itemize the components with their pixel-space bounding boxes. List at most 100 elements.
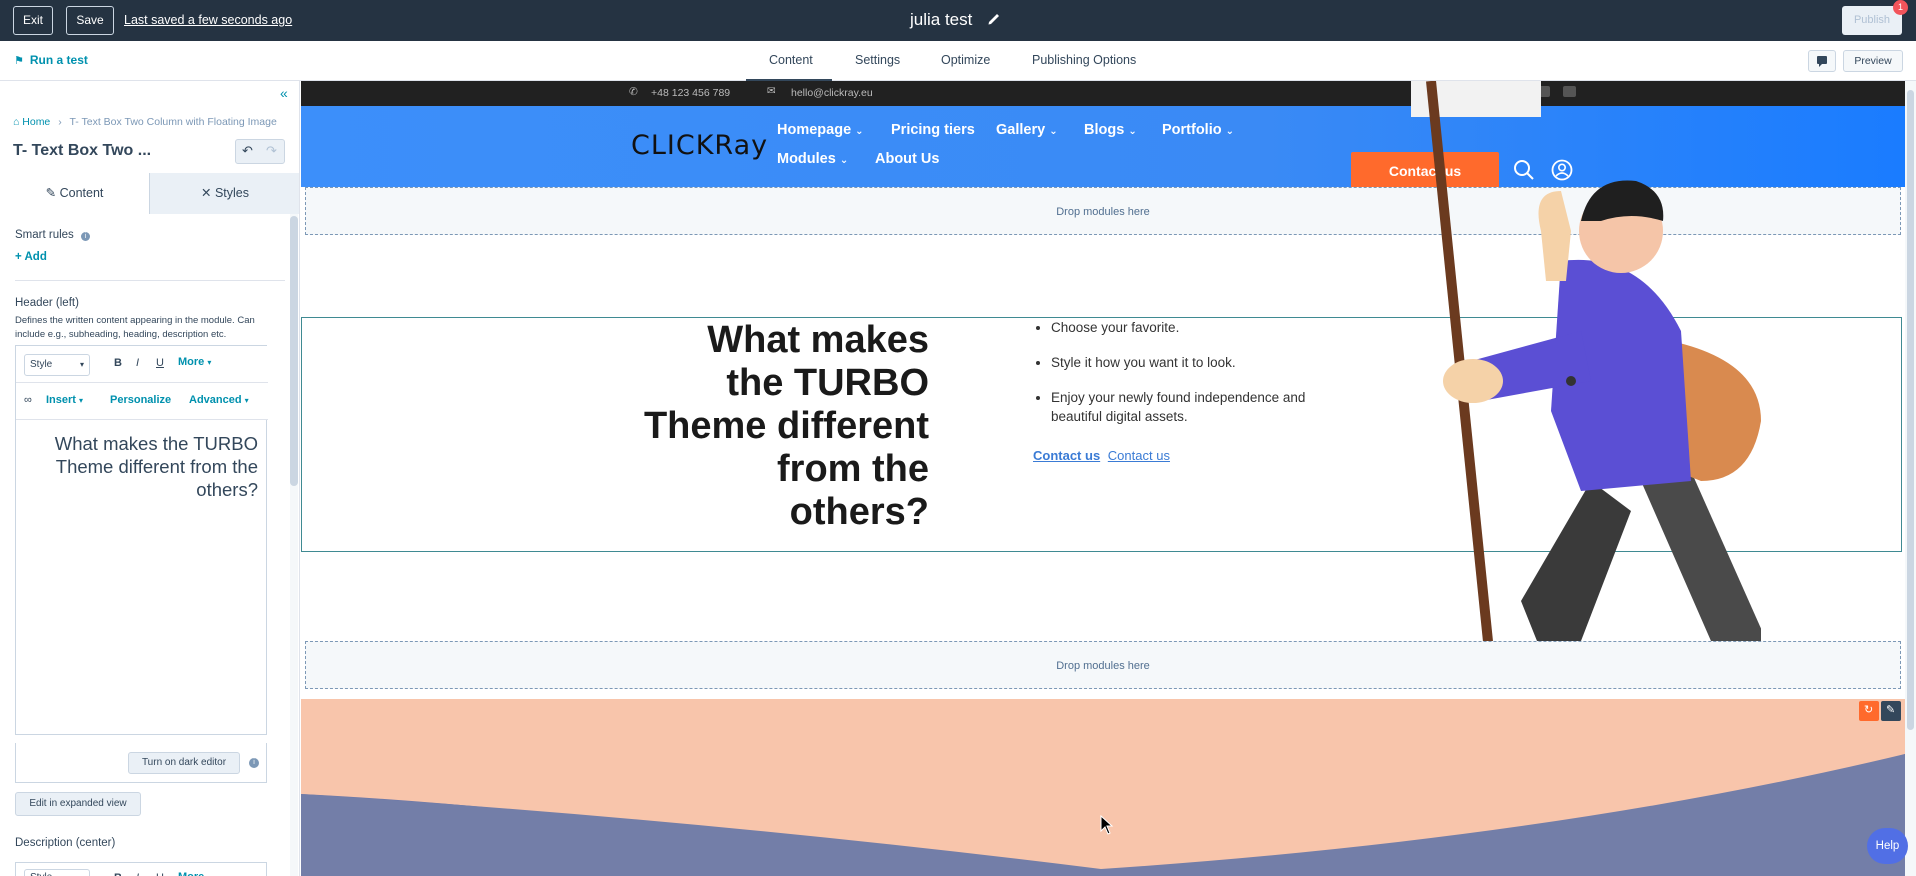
more-menu-button[interactable]: More	[178, 871, 204, 876]
expanded-view-button[interactable]: Edit in expanded view	[15, 792, 141, 816]
tab-publishing-options[interactable]: Publishing Options	[1032, 53, 1136, 67]
styles-tools-icon: ✕	[200, 186, 212, 200]
site-phone[interactable]: +48 123 456 789	[651, 87, 730, 99]
nav-item-modules[interactable]: Modules ⌄	[777, 151, 848, 167]
sidebar-tab-styles-label: Styles	[214, 186, 249, 200]
insert-menu-label: Insert	[46, 394, 76, 406]
site-logo[interactable]: CLICKRay	[631, 130, 768, 161]
insert-menu-button[interactable]: Insert ▾	[46, 394, 83, 406]
contact-link-bold[interactable]: Contact us	[1033, 448, 1100, 463]
undo-icon[interactable]: ↶	[242, 143, 253, 159]
collapse-sidebar-icon[interactable]: «	[280, 85, 288, 101]
chevron-down-icon: ▾	[79, 360, 84, 369]
bold-button[interactable]: B	[114, 357, 122, 369]
help-button[interactable]: Help	[1867, 828, 1908, 864]
contact-link[interactable]: Contact us	[1108, 448, 1170, 463]
divider	[15, 280, 285, 281]
style-select[interactable]: Style ▾	[24, 354, 90, 376]
page-title: julia test	[910, 10, 973, 29]
sidebar-tab-styles[interactable]: ✕ Styles	[150, 173, 299, 214]
style-select[interactable]: Style	[24, 869, 90, 876]
info-icon[interactable]: i	[249, 758, 259, 768]
nav-item-portfolio-label: Portfolio	[1162, 122, 1222, 138]
personalize-button[interactable]: Personalize	[110, 394, 171, 406]
nav-item-homepage[interactable]: Homepage ⌄	[777, 122, 864, 138]
chevron-down-icon: ⌄	[1225, 126, 1235, 137]
more-menu-button[interactable]: More ▾	[178, 356, 211, 368]
nav-item-portfolio[interactable]: Portfolio ⌄	[1162, 122, 1234, 138]
site-logo-text: CLICKRay	[631, 130, 769, 161]
advanced-menu-button[interactable]: Advanced ▾	[189, 394, 249, 406]
underline-button[interactable]: U	[156, 872, 164, 876]
breadcrumb-separator-icon: ›	[58, 116, 62, 128]
preview-button[interactable]: Preview	[1843, 50, 1903, 72]
undo-redo-group: ↶ ↷	[235, 139, 285, 164]
italic-button[interactable]: I	[136, 872, 139, 876]
sidebar-tabs: ✎ Content ✕ Styles	[0, 173, 299, 214]
last-saved-link[interactable]: Last saved a few seconds ago	[124, 13, 292, 27]
chevron-down-icon: ▾	[207, 358, 212, 367]
tab-content[interactable]: Content	[769, 53, 813, 67]
underline-button[interactable]: U	[156, 357, 164, 369]
mail-icon: ✉	[767, 85, 776, 97]
nav-item-blogs-label: Blogs	[1084, 122, 1125, 138]
add-smart-rule-button[interactable]: + Add	[15, 251, 47, 263]
site-email[interactable]: hello@clickray.eu	[791, 87, 873, 99]
italic-button[interactable]: I	[136, 357, 139, 369]
run-a-test-label: Run a test	[29, 53, 88, 67]
nav-item-pricing-tiers[interactable]: Pricing tiers	[891, 122, 975, 138]
rich-text-editor: Style ▾ B I U More ▾ ∞ Insert ▾ Personali…	[15, 345, 268, 735]
list-item: Style it how you want it to look.	[1051, 353, 1333, 372]
sidebar-tab-content-label: Content	[59, 186, 104, 200]
style-select-label: Style	[30, 359, 53, 370]
nav-item-gallery-label: Gallery	[996, 122, 1046, 138]
section-refresh-icon[interactable]: ↻	[1859, 701, 1879, 721]
rich-text-editor-2: Style B I U More	[15, 862, 267, 876]
module-sidebar: « ⌂ Home › T- Text Box Two Column with F…	[0, 81, 300, 876]
smart-rules-label: Smart rules i	[15, 229, 90, 241]
dark-editor-button[interactable]: Turn on dark editor	[128, 752, 240, 774]
tab-settings[interactable]: Settings	[855, 53, 900, 67]
flask-icon: ⚑	[14, 55, 24, 67]
header-left-label: Header (left)	[15, 297, 79, 309]
more-menu-label: More	[178, 356, 205, 368]
nav-item-blogs[interactable]: Blogs ⌄	[1084, 122, 1137, 138]
breadcrumb-home[interactable]: Home	[22, 116, 50, 128]
nav-item-about-us[interactable]: About Us	[875, 151, 939, 167]
editor-toolbar-row-1: Style ▾ B I U More ▾	[16, 346, 268, 383]
chevron-down-icon: ⌄	[1049, 126, 1058, 137]
breadcrumb: ⌂ Home › T- Text Box Two Column with Flo…	[13, 116, 277, 128]
style-select-label: Style	[30, 872, 52, 876]
run-a-test-link[interactable]: ⚑ Run a test	[14, 53, 88, 67]
list-item: Choose your favorite.	[1051, 318, 1333, 337]
module-bullet-list: Choose your favorite. Style it how you w…	[1033, 318, 1333, 442]
tab-optimize[interactable]: Optimize	[941, 53, 990, 67]
info-icon[interactable]: i	[81, 232, 90, 241]
section-edit-pencil-icon[interactable]: ✎	[1881, 701, 1901, 721]
chevron-down-icon: ▾	[79, 396, 84, 405]
chevron-down-icon: ⌄	[855, 126, 864, 137]
exit-button[interactable]: Exit	[13, 6, 53, 35]
home-icon: ⌂	[13, 116, 20, 128]
bold-button[interactable]: B	[114, 872, 122, 876]
sidebar-tab-content[interactable]: ✎ Content	[0, 173, 150, 214]
redo-icon[interactable]: ↷	[266, 143, 277, 159]
save-button[interactable]: Save	[66, 6, 114, 35]
canvas-scrollbar-thumb[interactable]	[1907, 90, 1914, 730]
description-center-label: Description (center)	[15, 837, 116, 849]
mouse-cursor-icon	[1100, 815, 1114, 835]
comment-icon	[1817, 56, 1827, 67]
module-headline[interactable]: What makes the TURBO Theme different fro…	[641, 319, 929, 534]
footer-wave-section[interactable]	[301, 699, 1905, 876]
link-icon[interactable]: ∞	[24, 394, 32, 406]
drop-zone-bottom[interactable]: Drop modules here	[305, 641, 1901, 689]
editor-content[interactable]: What makes the TURBO Theme different fro…	[26, 432, 258, 501]
comments-button[interactable]	[1808, 50, 1836, 72]
nav-item-homepage-label: Homepage	[777, 122, 852, 138]
edit-title-pencil-icon[interactable]	[987, 10, 1001, 26]
nav-item-gallery[interactable]: Gallery ⌄	[996, 122, 1058, 138]
module-links: Contact us Contact us	[1033, 448, 1170, 463]
sidebar-scrollbar-thumb[interactable]	[290, 216, 298, 486]
hiker-with-flag-illustration	[1411, 81, 1761, 681]
editor-toolbar-row-2: ∞ Insert ▾ Personalize Advanced ▾	[16, 383, 268, 420]
